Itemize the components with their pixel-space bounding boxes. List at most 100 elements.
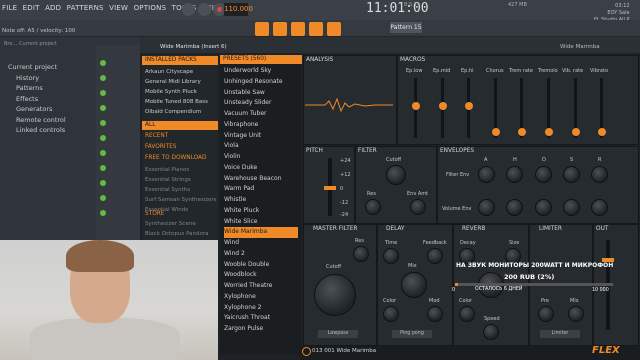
delay-time-knob[interactable] — [383, 248, 399, 264]
channel-led[interactable] — [100, 120, 106, 126]
search-icon[interactable] — [302, 347, 311, 356]
library-favorites[interactable]: FAVORITES — [142, 143, 218, 152]
tree-item-remote-control[interactable]: Remote control — [8, 115, 66, 126]
library-store-item[interactable]: Synthesizer Scene — [145, 221, 196, 227]
library-all[interactable]: ALL — [142, 121, 218, 130]
menu-file[interactable]: FILE — [2, 4, 17, 12]
reverb-color-knob[interactable] — [459, 306, 475, 322]
preset-item[interactable]: Warehouse Beacon — [224, 174, 298, 185]
preset-item[interactable]: Yaicrush Throat — [224, 313, 298, 324]
menu-add[interactable]: ADD — [45, 4, 61, 12]
master-res-knob[interactable] — [353, 246, 369, 262]
delay-mix-knob[interactable] — [401, 272, 427, 298]
volume-env-r-knob[interactable] — [591, 199, 608, 216]
library-store[interactable]: STORE — [142, 210, 218, 219]
library-free-item[interactable]: Essential Synths — [145, 187, 190, 193]
presets-header[interactable]: PRESETS (560) — [220, 55, 302, 64]
stop-button[interactable] — [198, 3, 211, 16]
preset-item[interactable]: Xylophone 2 — [224, 303, 298, 314]
pitch-slider-handle[interactable] — [324, 186, 336, 190]
limiter-mix-knob[interactable] — [568, 306, 584, 322]
reverb-speed-knob[interactable] — [483, 324, 499, 340]
channel-led[interactable] — [100, 60, 106, 66]
library-item[interactable]: General Midi Library — [145, 79, 201, 85]
step-edit-icon[interactable] — [291, 22, 305, 36]
menu-options[interactable]: OPTIONS — [134, 4, 167, 12]
macro-slider-knob[interactable] — [465, 102, 473, 110]
preset-item[interactable]: Wind — [224, 238, 298, 249]
menu-view[interactable]: VIEW — [109, 4, 128, 12]
preset-item[interactable]: Unhinged Resonate — [224, 77, 298, 88]
menu-patterns[interactable]: PATTERNS — [67, 4, 104, 12]
delay-mod-knob[interactable] — [427, 306, 443, 322]
delay-mode-select[interactable]: Ping pong — [392, 330, 432, 338]
tree-item-linked-controls[interactable]: Linked controls — [8, 125, 66, 136]
library-free-item[interactable]: Surf Samsan Synthesizers — [145, 197, 217, 203]
macro-slider-knob[interactable] — [439, 102, 447, 110]
env-amt-knob[interactable] — [410, 199, 426, 215]
preset-item[interactable]: Unstable Saw — [224, 88, 298, 99]
channel-led[interactable] — [100, 150, 106, 156]
macro-slider-knob[interactable] — [492, 128, 500, 136]
typing-keyboard-icon[interactable] — [273, 22, 287, 36]
channel-led[interactable] — [100, 105, 106, 111]
preset-item[interactable]: Vibraphone — [224, 120, 298, 131]
limiter-mode-select[interactable]: Limiter — [540, 330, 580, 338]
tree-item-generators[interactable]: Generators — [8, 104, 66, 115]
channel-led[interactable] — [100, 90, 106, 96]
preset-item[interactable]: Wooble Double — [224, 260, 298, 271]
library-recent[interactable]: RECENT — [142, 132, 218, 141]
library-free-item[interactable]: Essential Pianos — [145, 167, 189, 173]
preset-item[interactable]: Xylophone — [224, 292, 298, 303]
preset-item[interactable]: Violin — [224, 152, 298, 163]
volume-env-a-knob[interactable] — [478, 199, 495, 216]
macro-slider-knob[interactable] — [412, 102, 420, 110]
installed-packs-header[interactable]: INSTALLED PACKS — [142, 56, 218, 65]
delay-color-knob[interactable] — [383, 306, 399, 322]
preset-item[interactable]: White Slice — [224, 217, 298, 228]
tree-item-effects[interactable]: Effects — [8, 94, 66, 105]
limiter-pre-knob[interactable] — [538, 306, 554, 322]
library-item[interactable]: Olbald Compendium — [145, 109, 201, 115]
filter-env-d-knob[interactable] — [535, 166, 552, 183]
channel-led[interactable] — [100, 195, 106, 201]
master-cutoff-knob[interactable] — [314, 274, 356, 316]
macro-slider-knob[interactable] — [598, 128, 606, 136]
cutoff-knob[interactable] — [386, 165, 406, 185]
preset-item[interactable]: Whistle — [224, 195, 298, 206]
volume-env-s-knob[interactable] — [563, 199, 580, 216]
library-item[interactable]: Mobile Synth Pluck — [145, 89, 197, 95]
master-filter-mode-select[interactable]: Lowpass — [318, 330, 358, 338]
library-free-download[interactable]: FREE TO DOWNLOAD — [142, 154, 218, 163]
preset-item[interactable]: Voice Duke — [224, 163, 298, 174]
macro-slider-knob[interactable] — [545, 128, 553, 136]
filter-env-r-knob[interactable] — [591, 166, 608, 183]
library-item[interactable]: Arkaun Cityscape — [145, 69, 193, 75]
tree-item-current-project[interactable]: Current project — [8, 62, 66, 73]
preset-item[interactable]: Worried Theatre — [224, 281, 298, 292]
channel-led[interactable] — [100, 210, 106, 216]
tempo-display[interactable]: 110.000 — [224, 3, 253, 16]
link-icon[interactable] — [327, 22, 341, 36]
library-store-item[interactable]: Black Octopus Pandora — [145, 231, 209, 237]
preset-item[interactable]: Zargon Pulse — [224, 324, 298, 335]
snap-icon[interactable] — [255, 22, 269, 36]
menu-edit[interactable]: EDIT — [23, 4, 40, 12]
volume-env-d-knob[interactable] — [535, 199, 552, 216]
res-knob[interactable] — [365, 199, 381, 215]
wait-icon[interactable] — [309, 22, 323, 36]
macro-slider-knob[interactable] — [518, 128, 526, 136]
delay-feedback-knob[interactable] — [427, 248, 443, 264]
tree-item-history[interactable]: History — [8, 73, 66, 84]
preset-item[interactable]: White Pluck — [224, 206, 298, 217]
play-button[interactable] — [182, 3, 195, 16]
preset-item[interactable]: Vintage Unit — [224, 131, 298, 142]
filter-env-s-knob[interactable] — [563, 166, 580, 183]
pattern-selector[interactable]: Pattern 15 — [390, 22, 422, 33]
tree-item-patterns[interactable]: Patterns — [8, 83, 66, 94]
filter-env-a-knob[interactable] — [478, 166, 495, 183]
preset-item[interactable]: Woodblock — [224, 270, 298, 281]
filter-env-h-knob[interactable] — [506, 166, 523, 183]
channel-led[interactable] — [100, 180, 106, 186]
macro-slider-knob[interactable] — [572, 128, 580, 136]
